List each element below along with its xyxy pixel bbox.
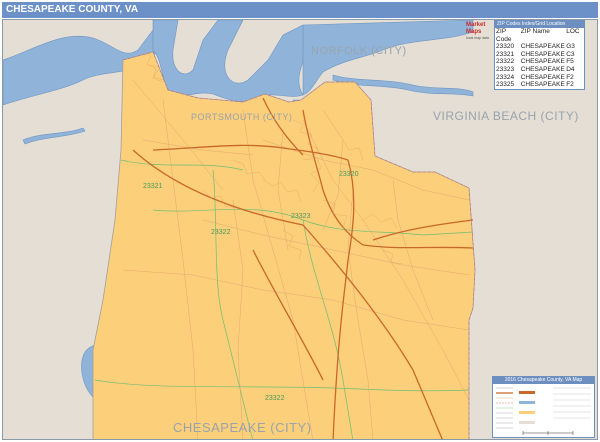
zip-code-cell: 23323 [496,65,515,73]
zip-label: 23322 [211,229,231,236]
table-row: 23324 CHESAPEAKE F2 [495,74,584,82]
zip-table-title: ZIP Codes Index/Grid Location [495,21,584,28]
map-legend: 2016 Chesapeake County, VA Map [492,376,595,438]
zip-name-cell: CHESAPEAKE [520,43,565,51]
zip-label: 23323 [291,213,311,220]
loc-cell: F2 [566,73,574,81]
label-norfolk-city: NORFOLK (CITY) [311,45,407,57]
map-page: CHESAPEAKE COUNTY, VA NORFOLK (CITY) POR… [0,0,600,442]
legend-symbol-column [496,387,513,429]
table-row: 23323 CHESAPEAKE D4 [495,66,584,74]
loc-cell: D4 [566,65,575,73]
table-row: 23322 CHESAPEAKE F5 [495,58,584,66]
zip-name-cell: CHESAPEAKE [520,65,565,73]
table-row: 23321 CHESAPEAKE C3 [495,51,584,59]
zip-code-cell: 23324 [496,73,515,81]
loc-cell: F2 [566,81,574,89]
zip-name-cell: CHESAPEAKE [520,50,565,58]
header-loc: LOC [566,28,580,35]
legend-title: 2016 Chesapeake County, VA Map [493,377,594,384]
loc-cell: G3 [566,43,575,51]
zip-index-table: ZIP Codes Index/Grid Location ZIP Code Z… [494,20,585,90]
zip-table-header: ZIP Code ZIP Name LOC [495,28,584,43]
label-chesapeake-city: CHESAPEAKE (CITY) [173,420,312,435]
zip-code-cell: 23320 [496,43,515,51]
label-virginia-beach-city: VIRGINIA BEACH (CITY) [433,109,579,123]
zip-name-cell: CHESAPEAKE [520,81,565,89]
publisher-logo: Market Maps local map data [466,22,496,40]
legend-population-column [553,387,591,419]
legend-symbols [496,387,591,435]
loc-cell: C3 [566,50,575,58]
logo-subtitle: local map data [466,36,489,40]
header-zip-name: ZIP Name [520,28,550,35]
map-title: CHESAPEAKE COUNTY, VA [2,2,598,18]
table-row: 23325 CHESAPEAKE F2 [495,81,584,89]
logo-text: Market Maps [466,22,486,35]
zip-code-cell: 23322 [496,58,515,66]
zip-label: 23321 [143,183,163,190]
zip-label: 23320 [339,171,359,178]
table-row: 23320 CHESAPEAKE G3 [495,43,584,51]
legend-scale-bar [522,431,574,435]
legend-swatch-column [519,391,535,424]
zip-name-cell: CHESAPEAKE [520,73,565,81]
loc-cell: F5 [566,58,574,66]
zip-name-cell: CHESAPEAKE [520,58,565,66]
zip-code-cell: 23321 [496,50,515,58]
zip-label: 23322 [265,395,285,402]
header-zip-code: ZIP Code [496,28,512,43]
zip-code-cell: 23325 [496,81,515,89]
label-portsmouth-city: PORTSMOUTH (CITY) [191,112,292,122]
legend-body [493,384,594,437]
